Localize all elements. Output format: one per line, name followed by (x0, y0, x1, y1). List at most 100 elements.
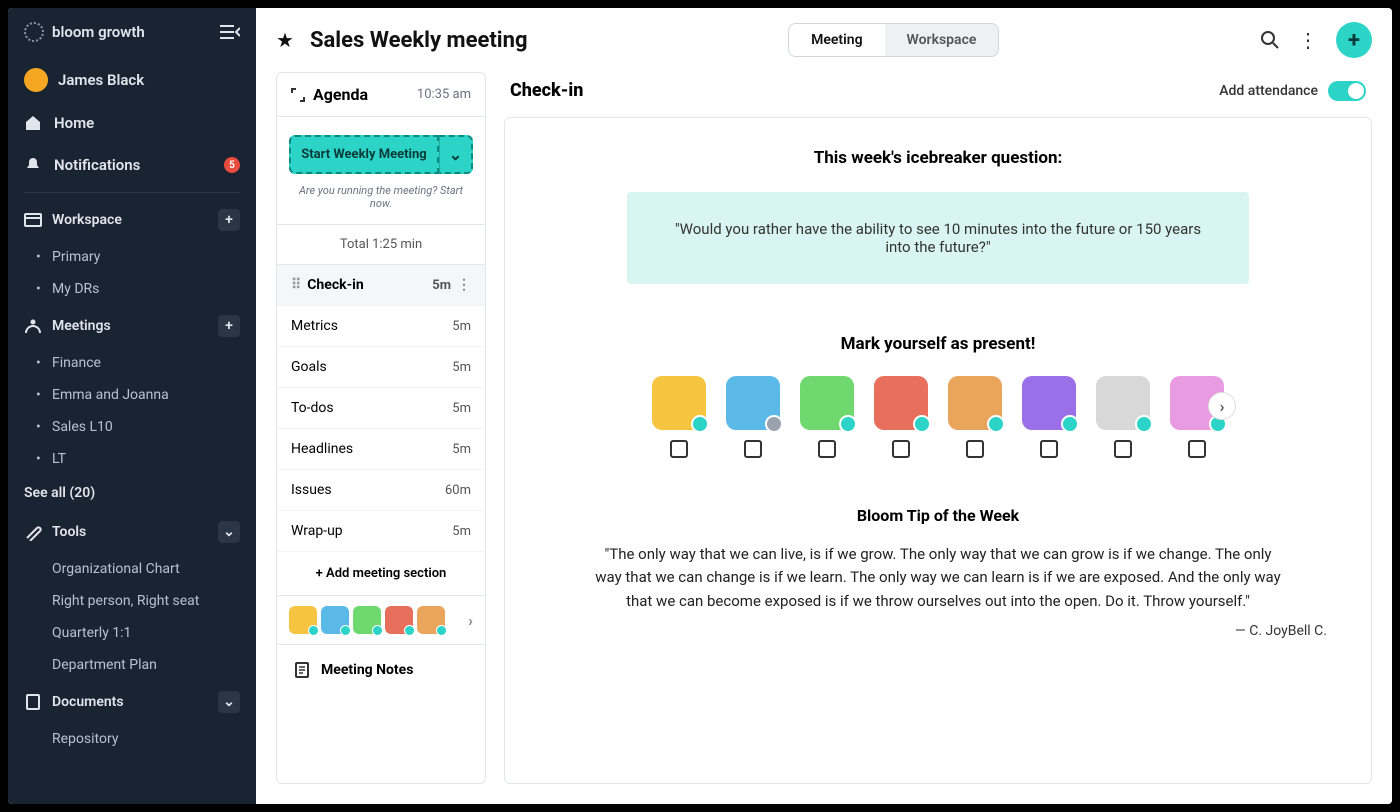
top-actions: ⋮ + (1260, 22, 1372, 58)
present-checkbox[interactable] (744, 440, 762, 458)
sidebar: bloom growth James Black Home Notificati… (8, 8, 256, 804)
drag-grip-icon[interactable]: ⠿ (291, 277, 301, 293)
meeting-item-lt[interactable]: LT (8, 443, 256, 475)
agenda-item-label: Issues (291, 482, 445, 498)
section-tools[interactable]: Tools ⌄ (8, 511, 256, 553)
attendance-toggle[interactable] (1328, 81, 1366, 101)
attendance-toggle-row: Add attendance (1219, 81, 1366, 101)
present-checkbox[interactable] (1040, 440, 1058, 458)
present-checkbox[interactable] (892, 440, 910, 458)
attendees-next-icon[interactable]: › (468, 611, 473, 630)
favorite-star-icon[interactable]: ★ (276, 28, 294, 52)
attendee-avatar-icon[interactable] (726, 376, 780, 430)
nav-notifications[interactable]: Notifications 5 (8, 144, 256, 186)
add-workspace-button[interactable]: + (218, 209, 240, 231)
add-section-button[interactable]: + Add meeting section (277, 552, 485, 596)
attendee-avatar-icon[interactable] (948, 376, 1002, 430)
agenda-item-duration: 5m (452, 524, 471, 539)
attendee-list: › (652, 376, 1224, 458)
attendee (726, 376, 780, 458)
notes-icon (293, 661, 311, 679)
workspace-item-mydrs[interactable]: My DRs (8, 273, 256, 305)
attendee-avatar-icon[interactable] (1022, 376, 1076, 430)
meeting-notes-button[interactable]: Meeting Notes (277, 644, 485, 695)
add-meeting-button[interactable]: + (218, 315, 240, 337)
more-menu-icon[interactable]: ⋮ (1298, 28, 1318, 52)
present-checkbox[interactable] (818, 440, 836, 458)
agenda-item-headlines[interactable]: Headlines 5m (277, 429, 485, 470)
doc-repository[interactable]: Repository (8, 723, 256, 755)
agenda-item-label: Wrap-up (291, 523, 452, 539)
meetings-see-all[interactable]: See all (20) (8, 475, 256, 511)
agenda-item-todos[interactable]: To-dos 5m (277, 388, 485, 429)
meeting-item-emma-joanna[interactable]: Emma and Joanna (8, 379, 256, 411)
attendance-label: Add attendance (1219, 83, 1318, 99)
attendee-avatar-icon[interactable] (1096, 376, 1150, 430)
agenda-item-checkin[interactable]: ⠿ Check-in 5m ⋮ (277, 265, 485, 306)
agenda-item-more-icon[interactable]: ⋮ (457, 277, 471, 293)
checkin-panel: Check-in Add attendance This week's iceb… (504, 72, 1372, 784)
tip-quote: "The only way that we can live, is if we… (595, 543, 1281, 613)
start-meeting-dropdown[interactable]: ⌄ (439, 135, 473, 174)
brand-logo-icon (24, 22, 44, 42)
tab-workspace[interactable]: Workspace (885, 24, 999, 56)
agenda-expand-icon[interactable] (291, 88, 305, 102)
attendee-avatar-icon[interactable] (385, 606, 413, 634)
notification-badge: 5 (224, 157, 240, 173)
attendee (874, 376, 928, 458)
agenda-item-duration: 5m (452, 401, 471, 416)
sidebar-user[interactable]: James Black (8, 58, 256, 102)
attendee-avatar-icon[interactable] (353, 606, 381, 634)
agenda-item-label: To-dos (291, 400, 452, 416)
section-tools-label: Tools (52, 524, 86, 540)
present-checkbox[interactable] (670, 440, 688, 458)
tools-chevron-icon[interactable]: ⌄ (218, 521, 240, 543)
checkin-card: This week's icebreaker question: "Would … (504, 117, 1372, 784)
icebreaker-question: "Would you rather have the ability to se… (627, 192, 1249, 284)
present-checkbox[interactable] (1188, 440, 1206, 458)
agenda-item-goals[interactable]: Goals 5m (277, 347, 485, 388)
content: Agenda 10:35 am Start Weekly Meeting ⌄ A… (256, 72, 1392, 804)
agenda-total: Total 1:25 min (277, 224, 485, 265)
meeting-item-sales-l10[interactable]: Sales L10 (8, 411, 256, 443)
attendee-avatar-icon[interactable] (874, 376, 928, 430)
section-workspace[interactable]: Workspace + (8, 199, 256, 241)
section-documents[interactable]: Documents ⌄ (8, 681, 256, 723)
brand[interactable]: bloom growth (24, 22, 145, 42)
add-new-button[interactable]: + (1336, 22, 1372, 58)
search-icon[interactable] (1260, 30, 1280, 50)
tool-right-seat[interactable]: Right person, Right seat (8, 585, 256, 617)
collapse-sidebar-icon[interactable] (220, 24, 240, 40)
home-icon (24, 114, 42, 132)
agenda-item-duration: 60m (445, 483, 471, 498)
section-meetings[interactable]: Meetings + (8, 305, 256, 347)
present-checkbox[interactable] (1114, 440, 1132, 458)
tool-dept-plan[interactable]: Department Plan (8, 649, 256, 681)
present-checkbox[interactable] (966, 440, 984, 458)
tip-heading: Bloom Tip of the Week (857, 506, 1019, 525)
section-workspace-label: Workspace (52, 212, 122, 228)
attendee-avatar-icon[interactable] (289, 606, 317, 634)
attendee (800, 376, 854, 458)
view-tabs: Meeting Workspace (788, 23, 999, 57)
start-meeting-button[interactable]: Start Weekly Meeting (289, 135, 439, 174)
tool-org-chart[interactable]: Organizational Chart (8, 553, 256, 585)
attendee-avatar-icon[interactable] (321, 606, 349, 634)
tool-quarterly[interactable]: Quarterly 1:1 (8, 617, 256, 649)
agenda-item-issues[interactable]: Issues 60m (277, 470, 485, 511)
section-documents-label: Documents (52, 694, 124, 710)
nav-home[interactable]: Home (8, 102, 256, 144)
agenda-item-metrics[interactable]: Metrics 5m (277, 306, 485, 347)
attendee-avatar-icon[interactable] (800, 376, 854, 430)
attendees-scroll-next-icon[interactable]: › (1208, 392, 1236, 420)
agenda-item-wrapup[interactable]: Wrap-up 5m (277, 511, 485, 552)
agenda-item-duration: 5m (432, 278, 451, 293)
attendee-avatar-icon[interactable] (652, 376, 706, 430)
tab-meeting[interactable]: Meeting (789, 24, 884, 56)
workspace-item-primary[interactable]: Primary (8, 241, 256, 273)
attendee-avatar-icon[interactable] (417, 606, 445, 634)
attendee (652, 376, 706, 458)
meeting-item-finance[interactable]: Finance (8, 347, 256, 379)
documents-chevron-icon[interactable]: ⌄ (218, 691, 240, 713)
agenda-hint: Are you running the meeting? Start now. (277, 180, 485, 224)
